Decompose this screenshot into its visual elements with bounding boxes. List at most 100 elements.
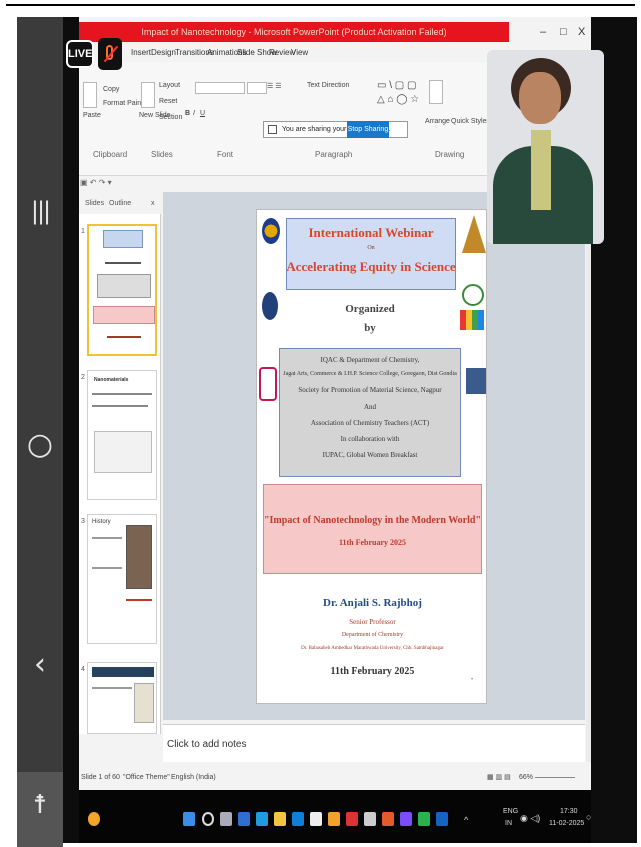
close-button[interactable]: X — [578, 22, 585, 42]
store-icon[interactable] — [292, 812, 304, 826]
reset-label[interactable]: Reset — [159, 98, 177, 105]
theme-name: "Office Theme" — [123, 774, 170, 781]
start-ball-icon[interactable] — [88, 812, 100, 826]
paste-icon[interactable] — [83, 82, 97, 108]
tab-outline[interactable]: Outline — [109, 200, 131, 207]
maximize-button[interactable]: □ — [560, 22, 567, 42]
talk-date: 11th February 2025 — [338, 538, 407, 547]
minimize-button[interactable]: – — [540, 22, 546, 42]
slide-thumbnail-3[interactable]: History — [87, 514, 157, 644]
shapes-row-icon[interactable]: △ ⌂ ◯ ☆ — [377, 94, 419, 105]
page-marker: • — [471, 677, 474, 683]
notepad-icon[interactable] — [310, 812, 322, 826]
panel-close-icon[interactable]: x — [151, 200, 155, 207]
section-label[interactable]: Section — [159, 114, 182, 121]
quick-access-toolbar[interactable]: ▣ ↶ ↷ ▾ — [80, 178, 160, 190]
android-nav-rail: ||| ○ ‹ ☨ — [17, 17, 63, 847]
share-icon — [268, 125, 277, 134]
group-paragraph: Paragraph — [315, 150, 353, 159]
tab-slides[interactable]: Slides — [85, 200, 104, 207]
font-size-box[interactable] — [247, 82, 267, 94]
tray-chevron-icon[interactable]: ^ — [464, 815, 468, 825]
iupac-logo-icon — [460, 310, 484, 330]
folder-icon[interactable] — [328, 812, 340, 826]
powerpoint-icon[interactable] — [382, 812, 394, 826]
notes-pane[interactable]: Click to add notes — [163, 724, 585, 762]
thumb-number: 4 — [81, 666, 85, 673]
live-badge[interactable]: LIVE — [66, 40, 94, 68]
thumb-number: 2 — [81, 374, 85, 381]
task-view-icon[interactable] — [220, 812, 232, 826]
bullets-icon[interactable]: ☰ ☰ — [267, 82, 282, 90]
clock-date[interactable]: 11-02-2025 — [549, 820, 584, 827]
thumb2-title: Nanomaterials — [94, 377, 129, 383]
app-icon[interactable] — [418, 812, 430, 826]
speaker-department: Department of Chemistry — [341, 632, 404, 638]
underline-icon[interactable]: U — [200, 110, 205, 117]
by-label: by — [364, 322, 376, 334]
notification-icon[interactable]: ○ — [586, 812, 591, 822]
search-icon[interactable] — [202, 812, 214, 826]
chrome-icon[interactable] — [256, 812, 268, 826]
organized-label: Organized — [345, 303, 395, 315]
explorer-icon[interactable] — [274, 812, 286, 826]
text-direction-label[interactable]: Text Direction — [307, 82, 349, 89]
language[interactable]: English (India) — [171, 771, 216, 785]
wifi-icon[interactable]: ◉ ◁) — [520, 813, 540, 824]
group-font: Font — [217, 150, 234, 159]
slide-title-1: International Webinar — [308, 225, 434, 240]
stop-sharing-button[interactable]: Stop Sharing — [347, 121, 389, 138]
ribbon-tabs: Insert Design Transitions Animations Sli… — [79, 46, 499, 62]
mic-muted-icon[interactable] — [98, 38, 122, 70]
bold-icon[interactable]: B — [185, 110, 190, 117]
windows-start-icon[interactable] — [183, 812, 195, 826]
app-icon[interactable] — [436, 812, 448, 826]
org-line: IQAC & Department of Chemistry, — [320, 356, 420, 364]
region-indicator: IN — [505, 820, 512, 827]
app-icon[interactable] — [364, 812, 376, 826]
webcam-overlay[interactable] — [487, 50, 604, 244]
tab-view[interactable]: View — [291, 48, 308, 57]
zoom-level[interactable]: 66% — [519, 771, 533, 785]
zoom-slider[interactable] — [535, 777, 575, 778]
arrange-icon[interactable] — [429, 80, 443, 104]
arrange-label[interactable]: Arrange — [425, 118, 450, 125]
copy-label[interactable]: Copy — [103, 86, 119, 93]
group-drawing: Drawing — [435, 150, 465, 159]
new-slide-icon[interactable] — [141, 82, 155, 108]
language-indicator[interactable]: ENG — [503, 808, 518, 815]
layout-label[interactable]: Layout — [159, 82, 180, 89]
thumb-number: 3 — [81, 518, 85, 525]
accessibility-icon[interactable]: ☨ — [17, 772, 63, 847]
clock-time[interactable]: 17:30 — [560, 808, 578, 815]
slide-title-2: Accelerating Equity in Science — [286, 259, 456, 274]
italic-icon[interactable]: I — [193, 110, 195, 117]
tab-insert[interactable]: Insert — [131, 48, 151, 57]
view-buttons-icon[interactable]: ▦ ▥ ▤ — [487, 771, 511, 785]
presenter-scarf — [531, 130, 551, 210]
paste-label[interactable]: Paste — [83, 112, 101, 119]
pdf-icon[interactable] — [346, 812, 358, 826]
gwb-logo-icon — [466, 368, 486, 394]
slide-title-on: On — [367, 245, 375, 251]
slide-thumbnail-4[interactable] — [87, 662, 157, 734]
slide-thumbnail-1[interactable] — [87, 224, 157, 356]
shapes-icon[interactable]: ▭ \ ▢ ▢ — [377, 80, 416, 91]
recent-apps-icon[interactable]: ||| — [17, 197, 63, 225]
back-icon[interactable]: ‹ — [17, 647, 63, 682]
font-name-box[interactable] — [195, 82, 245, 94]
vertical-scrollbar[interactable] — [586, 192, 591, 762]
college-logo-icon — [262, 218, 280, 244]
app-icon[interactable] — [400, 812, 412, 826]
quick-styles-label[interactable]: Quick Styles — [451, 118, 490, 125]
iqac-logo-icon — [462, 215, 486, 253]
talk-box — [263, 484, 482, 574]
thumb3-title: History — [92, 519, 111, 525]
group-clipboard: Clipboard — [93, 150, 128, 159]
slide-thumbnail-2[interactable]: Nanomaterials — [87, 370, 157, 500]
tab-design[interactable]: Design — [151, 48, 176, 57]
speaker-university: Dr. Babasaheb Ambedkar Marathwada Univer… — [301, 646, 444, 651]
home-icon[interactable]: ○ — [17, 427, 63, 462]
presenter-face — [519, 72, 561, 124]
edge-icon[interactable] — [238, 812, 250, 826]
